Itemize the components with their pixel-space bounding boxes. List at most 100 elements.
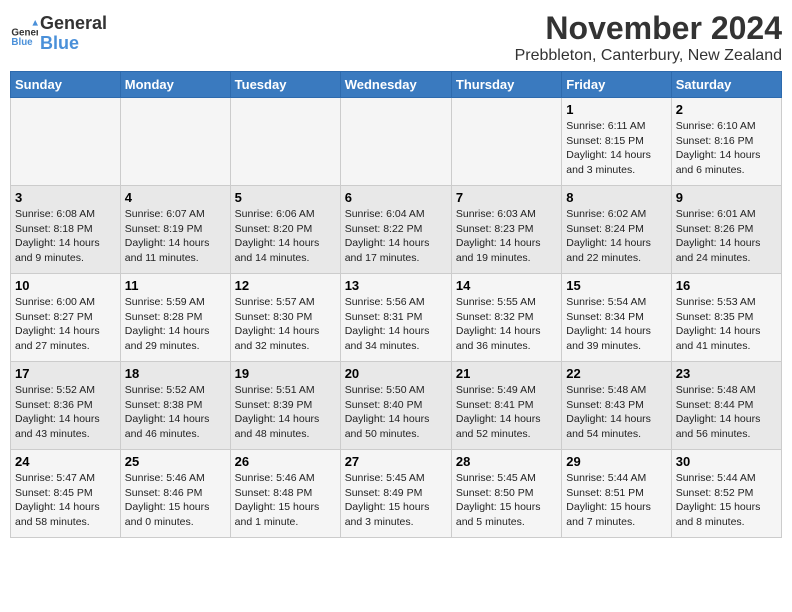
- calendar-cell: 4 Sunrise: 6:07 AMSunset: 8:19 PMDaylight…: [120, 186, 230, 274]
- day-number: 14: [456, 278, 557, 293]
- calendar-cell: [11, 98, 121, 186]
- calendar-cell: 8Sunrise: 6:02 AMSunset: 8:24 PMDaylight…: [562, 186, 671, 274]
- day-number: 7: [456, 190, 557, 205]
- day-info: Sunrise: 6:07 AMSunset: 8:19 PMDaylight:…: [125, 207, 226, 266]
- calendar-cell: 23 Sunrise: 5:48 AMSunset: 8:44 PMDayligh…: [671, 362, 781, 450]
- day-info: Sunrise: 6:03 AMSunset: 8:23 PMDaylight:…: [456, 207, 557, 266]
- day-info: Sunrise: 6:00 AMSunset: 8:27 PMDaylight:…: [15, 295, 116, 354]
- calendar-cell: [230, 98, 340, 186]
- calendar-week-1: 1 Sunrise: 6:11 AMSunset: 8:15 PMDaylight…: [11, 98, 782, 186]
- day-number: 23: [676, 366, 777, 381]
- calendar-week-3: 10 Sunrise: 6:00 AMSunset: 8:27 PMDayligh…: [11, 274, 782, 362]
- day-info: Sunrise: 5:46 AMSunset: 8:46 PMDaylight:…: [125, 471, 226, 530]
- day-number: 16: [676, 278, 777, 293]
- calendar-cell: 27Sunrise: 5:45 AMSunset: 8:49 PMDayligh…: [340, 450, 451, 538]
- day-number: 18: [125, 366, 226, 381]
- calendar-cell: 28 Sunrise: 5:45 AMSunset: 8:50 PMDayligh…: [451, 450, 561, 538]
- day-number: 11: [125, 278, 226, 293]
- day-info: Sunrise: 6:06 AMSunset: 8:20 PMDaylight:…: [235, 207, 336, 266]
- day-info: Sunrise: 6:08 AMSunset: 8:18 PMDaylight:…: [15, 207, 116, 266]
- day-number: 3: [15, 190, 116, 205]
- title-area: November 2024 Prebbleton, Canterbury, Ne…: [515, 10, 782, 65]
- calendar-cell: 26 Sunrise: 5:46 AMSunset: 8:48 PMDayligh…: [230, 450, 340, 538]
- calendar-week-5: 24 Sunrise: 5:47 AMSunset: 8:45 PMDayligh…: [11, 450, 782, 538]
- day-number: 24: [15, 454, 116, 469]
- day-number: 28: [456, 454, 557, 469]
- day-info: Sunrise: 5:53 AMSunset: 8:35 PMDaylight:…: [676, 295, 777, 354]
- calendar-cell: 10 Sunrise: 6:00 AMSunset: 8:27 PMDayligh…: [11, 274, 121, 362]
- calendar-cell: 24 Sunrise: 5:47 AMSunset: 8:45 PMDayligh…: [11, 450, 121, 538]
- day-info: Sunrise: 6:04 AMSunset: 8:22 PMDaylight:…: [345, 207, 447, 266]
- day-info: Sunrise: 5:46 AMSunset: 8:48 PMDaylight:…: [235, 471, 336, 530]
- day-number: 20: [345, 366, 447, 381]
- header-saturday: Saturday: [671, 72, 781, 98]
- day-number: 9: [676, 190, 777, 205]
- day-info: Sunrise: 6:10 AMSunset: 8:16 PMDaylight:…: [676, 119, 777, 178]
- day-info: Sunrise: 5:55 AMSunset: 8:32 PMDaylight:…: [456, 295, 557, 354]
- calendar-cell: 18Sunrise: 5:52 AMSunset: 8:38 PMDayligh…: [120, 362, 230, 450]
- day-info: Sunrise: 6:02 AMSunset: 8:24 PMDaylight:…: [566, 207, 666, 266]
- day-number: 2: [676, 102, 777, 117]
- calendar-cell: 21Sunrise: 5:49 AMSunset: 8:41 PMDayligh…: [451, 362, 561, 450]
- calendar-cell: 14 Sunrise: 5:55 AMSunset: 8:32 PMDayligh…: [451, 274, 561, 362]
- header-thursday: Thursday: [451, 72, 561, 98]
- day-info: Sunrise: 5:44 AMSunset: 8:52 PMDaylight:…: [676, 471, 777, 530]
- calendar-cell: 16 Sunrise: 5:53 AMSunset: 8:35 PMDayligh…: [671, 274, 781, 362]
- day-info: Sunrise: 5:50 AMSunset: 8:40 PMDaylight:…: [345, 383, 447, 442]
- calendar-cell: 25 Sunrise: 5:46 AMSunset: 8:46 PMDayligh…: [120, 450, 230, 538]
- day-info: Sunrise: 5:57 AMSunset: 8:30 PMDaylight:…: [235, 295, 336, 354]
- day-number: 22: [566, 366, 666, 381]
- calendar-cell: [451, 98, 561, 186]
- calendar-cell: 7 Sunrise: 6:03 AMSunset: 8:23 PMDaylight…: [451, 186, 561, 274]
- header-wednesday: Wednesday: [340, 72, 451, 98]
- day-number: 1: [566, 102, 666, 117]
- day-number: 10: [15, 278, 116, 293]
- day-number: 25: [125, 454, 226, 469]
- day-info: Sunrise: 5:48 AMSunset: 8:44 PMDaylight:…: [676, 383, 777, 442]
- calendar-cell: 2 Sunrise: 6:10 AMSunset: 8:16 PMDaylight…: [671, 98, 781, 186]
- calendar-table: Sunday Monday Tuesday Wednesday Thursday…: [10, 71, 782, 538]
- calendar-cell: 15Sunrise: 5:54 AMSunset: 8:34 PMDayligh…: [562, 274, 671, 362]
- day-number: 19: [235, 366, 336, 381]
- calendar-cell: 1 Sunrise: 6:11 AMSunset: 8:15 PMDaylight…: [562, 98, 671, 186]
- svg-text:Blue: Blue: [11, 37, 33, 48]
- calendar-cell: 20 Sunrise: 5:50 AMSunset: 8:40 PMDayligh…: [340, 362, 451, 450]
- day-number: 4: [125, 190, 226, 205]
- calendar-week-2: 3 Sunrise: 6:08 AMSunset: 8:18 PMDaylight…: [11, 186, 782, 274]
- logo-text: GeneralBlue: [40, 14, 107, 54]
- day-info: Sunrise: 5:52 AMSunset: 8:36 PMDaylight:…: [15, 383, 116, 442]
- day-info: Sunrise: 5:45 AMSunset: 8:50 PMDaylight:…: [456, 471, 557, 530]
- day-number: 29: [566, 454, 666, 469]
- calendar-cell: 30Sunrise: 5:44 AMSunset: 8:52 PMDayligh…: [671, 450, 781, 538]
- day-info: Sunrise: 5:47 AMSunset: 8:45 PMDaylight:…: [15, 471, 116, 530]
- day-info: Sunrise: 5:45 AMSunset: 8:49 PMDaylight:…: [345, 471, 447, 530]
- day-info: Sunrise: 5:48 AMSunset: 8:43 PMDaylight:…: [566, 383, 666, 442]
- day-number: 17: [15, 366, 116, 381]
- calendar-cell: 29 Sunrise: 5:44 AMSunset: 8:51 PMDayligh…: [562, 450, 671, 538]
- day-info: Sunrise: 5:44 AMSunset: 8:51 PMDaylight:…: [566, 471, 666, 530]
- calendar-cell: 9 Sunrise: 6:01 AMSunset: 8:26 PMDaylight…: [671, 186, 781, 274]
- day-info: Sunrise: 5:56 AMSunset: 8:31 PMDaylight:…: [345, 295, 447, 354]
- day-number: 26: [235, 454, 336, 469]
- header-friday: Friday: [562, 72, 671, 98]
- day-info: Sunrise: 6:01 AMSunset: 8:26 PMDaylight:…: [676, 207, 777, 266]
- calendar-cell: 19Sunrise: 5:51 AMSunset: 8:39 PMDayligh…: [230, 362, 340, 450]
- day-info: Sunrise: 6:11 AMSunset: 8:15 PMDaylight:…: [566, 119, 666, 178]
- day-number: 6: [345, 190, 447, 205]
- calendar-cell: 3 Sunrise: 6:08 AMSunset: 8:18 PMDaylight…: [11, 186, 121, 274]
- calendar-cell: [340, 98, 451, 186]
- calendar-header-row: Sunday Monday Tuesday Wednesday Thursday…: [11, 72, 782, 98]
- day-number: 13: [345, 278, 447, 293]
- header-sunday: Sunday: [11, 72, 121, 98]
- calendar-week-4: 17 Sunrise: 5:52 AMSunset: 8:36 PMDayligh…: [11, 362, 782, 450]
- month-title: November 2024: [515, 10, 782, 47]
- calendar-cell: 11Sunrise: 5:59 AMSunset: 8:28 PMDayligh…: [120, 274, 230, 362]
- day-info: Sunrise: 5:54 AMSunset: 8:34 PMDaylight:…: [566, 295, 666, 354]
- page-header: General Blue GeneralBlue November 2024 P…: [10, 10, 782, 65]
- day-number: 21: [456, 366, 557, 381]
- header-monday: Monday: [120, 72, 230, 98]
- logo-icon: General Blue: [10, 20, 38, 48]
- calendar-cell: 12Sunrise: 5:57 AMSunset: 8:30 PMDayligh…: [230, 274, 340, 362]
- calendar-cell: 17 Sunrise: 5:52 AMSunset: 8:36 PMDayligh…: [11, 362, 121, 450]
- calendar-cell: [120, 98, 230, 186]
